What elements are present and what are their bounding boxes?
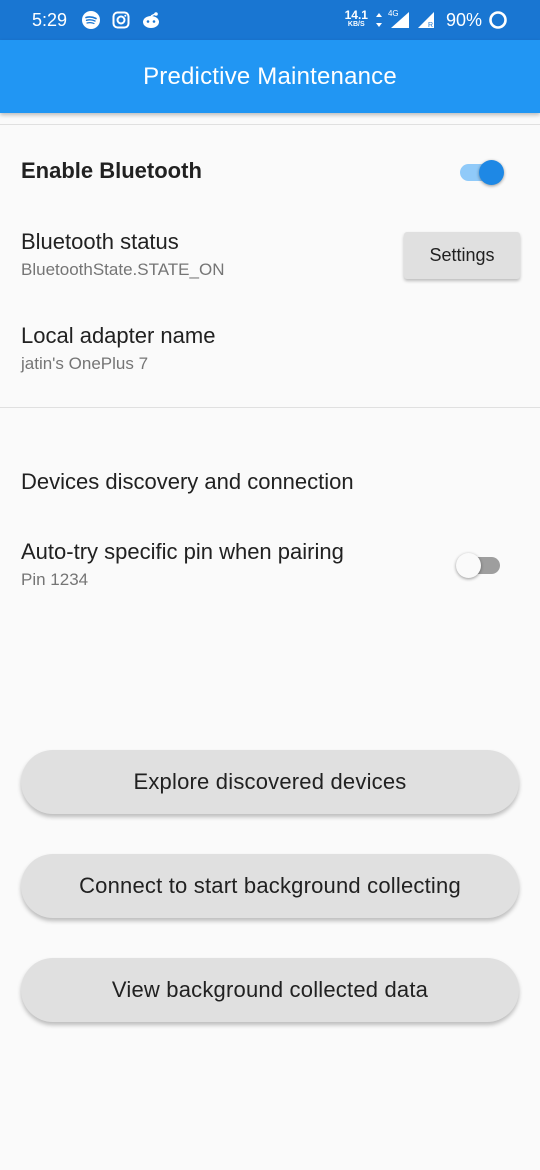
page-title: Predictive Maintenance — [143, 62, 397, 90]
adapter-name-label: Local adapter name — [21, 323, 216, 348]
signal-roaming-icon: R — [416, 10, 436, 30]
bluetooth-status-label: Bluetooth status — [21, 229, 179, 254]
connect-collecting-button[interactable]: Connect to start background collecting — [21, 854, 519, 918]
signal-icon: 4G — [387, 9, 410, 29]
clock: 5:29 — [32, 9, 68, 30]
enable-bluetooth-switch[interactable] — [458, 157, 504, 187]
spotify-icon — [81, 10, 101, 30]
reddit-icon — [141, 10, 161, 30]
enable-bluetooth-label: Enable Bluetooth — [21, 158, 202, 183]
autopin-switch[interactable] — [456, 550, 502, 580]
battery-ring-icon — [488, 10, 508, 30]
divider-middle — [0, 407, 540, 408]
instagram-icon — [111, 10, 131, 30]
network-type-label: 4G — [387, 9, 399, 18]
settings-button[interactable]: Settings — [404, 232, 520, 279]
divider-top — [0, 124, 540, 125]
data-transfer-icon — [374, 10, 384, 30]
status-bar: 5:29 14.1 KB/S 4G R 90% — [0, 0, 540, 40]
discovery-section-title: Devices discovery and connection — [21, 469, 354, 494]
svg-text:R: R — [428, 22, 433, 29]
switch-thumb — [456, 553, 481, 578]
autopin-sub: Pin 1234 — [21, 570, 89, 589]
explore-devices-button[interactable]: Explore discovered devices — [21, 750, 519, 814]
switch-thumb — [479, 160, 504, 185]
adapter-name-value: jatin's OnePlus 7 — [21, 354, 149, 373]
view-collected-data-button[interactable]: View background collected data — [21, 958, 519, 1022]
battery-percent: 90% — [445, 9, 482, 30]
app-bar: Predictive Maintenance — [0, 40, 540, 113]
autopin-label: Auto-try specific pin when pairing — [21, 539, 344, 564]
network-speed: 14.1 KB/S — [344, 8, 368, 28]
bluetooth-status-value: BluetoothState.STATE_ON — [21, 260, 225, 279]
